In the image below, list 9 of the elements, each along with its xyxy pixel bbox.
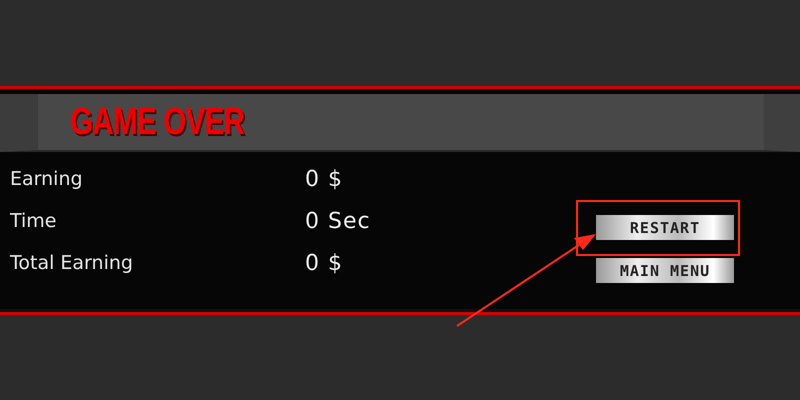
stat-label: Total Earning <box>10 252 134 274</box>
stat-value: 0 Sec <box>305 208 371 234</box>
stat-value: 0 $ <box>305 166 343 192</box>
menu-button[interactable]: MAIN MENU <box>596 258 734 283</box>
stat-value: 0 $ <box>305 250 343 276</box>
stat-label: Time <box>10 210 58 232</box>
stat-label: Earning <box>10 168 84 190</box>
menu-button[interactable]: RESTART <box>596 215 734 240</box>
game-over-title: GAME OVER <box>70 100 244 144</box>
